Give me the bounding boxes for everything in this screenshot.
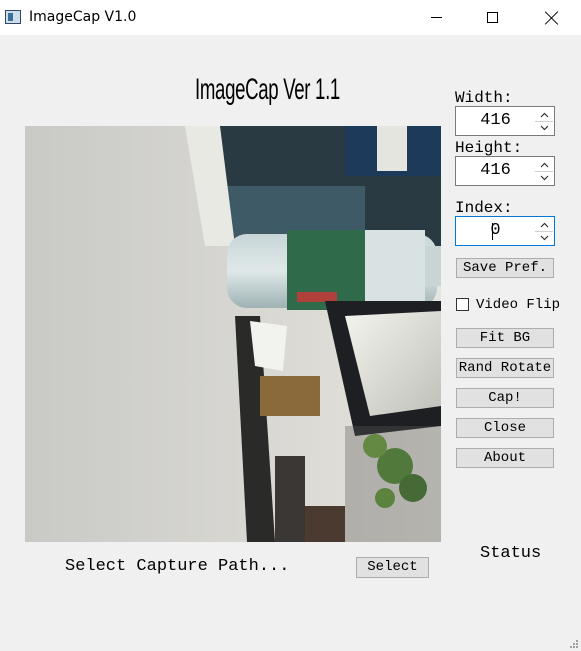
text-caret xyxy=(492,223,493,240)
app-window: ImageCap V1.0 ImageCap Ver 1.1 Width: 41… xyxy=(0,0,581,651)
video-flip-label[interactable]: Video Flip xyxy=(476,297,560,313)
close-button[interactable]: Close xyxy=(456,418,554,438)
cap-button[interactable]: Cap! xyxy=(456,388,554,408)
height-value[interactable]: 416 xyxy=(456,157,535,185)
width-increment-button[interactable] xyxy=(535,108,553,122)
close-window-button[interactable] xyxy=(529,0,575,35)
close-icon xyxy=(545,11,559,25)
maximize-icon xyxy=(486,12,498,23)
width-spinbox[interactable]: 416 xyxy=(455,106,555,136)
minimize-icon xyxy=(430,17,442,18)
height-increment-button[interactable] xyxy=(535,158,553,172)
width-label: Width: xyxy=(455,89,513,107)
chevron-down-icon xyxy=(540,235,548,240)
chevron-up-icon xyxy=(540,222,548,227)
camera-frame-image xyxy=(25,126,441,542)
index-value[interactable]: 0 xyxy=(456,217,535,245)
save-pref-button[interactable]: Save Pref. xyxy=(456,258,554,278)
height-spinbox[interactable]: 416 xyxy=(455,156,555,186)
resize-grip-icon[interactable] xyxy=(569,639,579,649)
capture-path-label: Select Capture Path... xyxy=(65,557,290,576)
fit-bg-button[interactable]: Fit BG xyxy=(456,328,554,348)
chevron-down-icon xyxy=(540,175,548,180)
height-label: Height: xyxy=(455,139,523,157)
select-path-button[interactable]: Select xyxy=(356,557,429,578)
index-spin-arrows xyxy=(535,218,553,244)
index-increment-button[interactable] xyxy=(535,218,553,232)
chevron-up-icon xyxy=(540,162,548,167)
width-decrement-button[interactable] xyxy=(535,121,553,134)
width-value[interactable]: 416 xyxy=(456,107,535,135)
rand-rotate-button[interactable]: Rand Rotate xyxy=(456,358,554,378)
video-flip-checkbox[interactable] xyxy=(456,298,469,311)
height-decrement-button[interactable] xyxy=(535,171,553,184)
camera-preview xyxy=(25,126,441,542)
window-title: ImageCap V1.0 xyxy=(29,9,137,25)
height-spin-arrows xyxy=(535,158,553,184)
minimize-button[interactable] xyxy=(413,0,459,35)
app-heading: ImageCap Ver 1.1 xyxy=(195,73,340,106)
index-decrement-button[interactable] xyxy=(535,231,553,244)
app-icon xyxy=(5,10,21,24)
index-spinbox[interactable]: 0 xyxy=(455,216,555,246)
chevron-down-icon xyxy=(540,125,548,130)
status-label: Status xyxy=(480,544,542,563)
index-label: Index: xyxy=(455,199,513,217)
about-button[interactable]: About xyxy=(456,448,554,468)
width-spin-arrows xyxy=(535,108,553,134)
title-bar[interactable]: ImageCap V1.0 xyxy=(0,0,581,35)
chevron-up-icon xyxy=(540,112,548,117)
maximize-button[interactable] xyxy=(469,0,515,35)
